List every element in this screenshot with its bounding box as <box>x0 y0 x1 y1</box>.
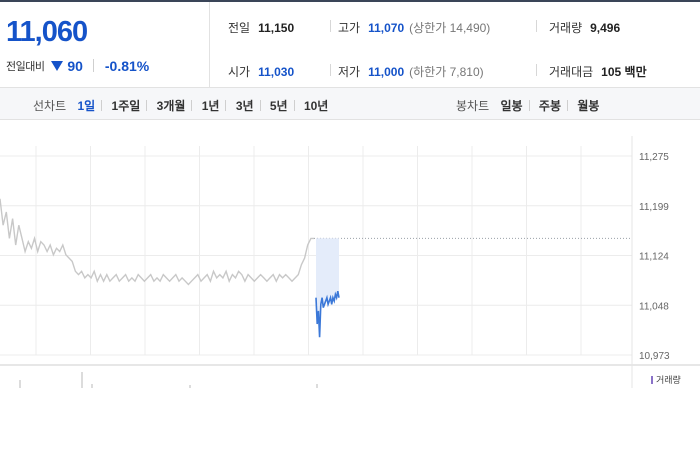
price-stats: 전일 11,150 고가 11,070 (상한가 14,490) 거래량 9,496 시… <box>211 2 700 88</box>
period-3m[interactable]: 3개월 <box>157 99 186 113</box>
period-bar: 선차트 1일 1주일 3개월 1년 3년 5년 10년 봉차트 일봉 주봉 월봉 <box>0 88 700 120</box>
period-divider <box>225 100 227 111</box>
candle-daily[interactable]: 일봉 <box>500 99 522 113</box>
period-divider <box>259 100 261 111</box>
y-tick-label: 11,124 <box>639 252 669 263</box>
stat-divider <box>330 20 331 32</box>
period-5y[interactable]: 5년 <box>270 99 288 113</box>
stat-low-value: 11,000 <box>368 65 405 79</box>
period-10y[interactable]: 10년 <box>304 99 328 113</box>
y-tick-label: 11,048 <box>639 301 669 312</box>
price-chart-svg: 11,275 11,199 11,124 11,048 10,973 <box>0 136 700 388</box>
period-divider <box>146 100 148 111</box>
stat-trade-value-value: 105 백만 <box>601 65 647 79</box>
change-rate: -0.81% <box>104 57 150 74</box>
stat-high-label: 고가 <box>338 21 361 35</box>
stat-low-label: 저가 <box>338 65 361 79</box>
period-divider <box>528 100 530 111</box>
y-tick-label: 11,275 <box>639 152 669 163</box>
change-row: 전일대비 90 -0.81% <box>6 57 150 74</box>
stat-divider <box>536 20 537 32</box>
stat-high: 고가 11,070 (상한가 14,490) <box>338 19 490 36</box>
period-1w[interactable]: 1주일 <box>112 99 141 113</box>
volume-swatch <box>651 376 653 384</box>
current-price-box: 11,060 전일대비 90 -0.81% <box>0 2 210 88</box>
line-chart-label: 선차트 <box>33 99 67 113</box>
stat-volume-value: 9,496 <box>590 21 621 35</box>
change-amount: 90 <box>67 57 83 74</box>
current-price: 11,060 <box>6 16 88 48</box>
candle-weekly[interactable]: 주봉 <box>539 99 561 113</box>
candle-chart-label: 봉차트 <box>456 99 490 113</box>
period-divider <box>567 100 568 111</box>
prev-day-line <box>0 198 314 286</box>
period-3y[interactable]: 3년 <box>236 99 254 113</box>
stat-volume: 거래량 9,496 <box>549 19 620 36</box>
stat-divider <box>536 64 537 76</box>
price-summary: 11,060 전일대비 90 -0.81% 전일 11,150 고가 11,070 (… <box>0 0 700 88</box>
stat-upper-limit: (상한가 14,490) <box>409 21 491 35</box>
volume-legend-label: 거래량 <box>656 375 681 385</box>
stat-lower-limit: (하한가 7,810) <box>409 65 484 79</box>
stat-divider <box>330 64 331 76</box>
price-chart[interactable]: 11,275 11,199 11,124 11,048 10,973 거래량 <box>0 120 700 390</box>
stat-high-value: 11,070 <box>368 21 405 35</box>
stat-low: 저가 11,000 (하한가 7,810) <box>338 63 484 80</box>
stat-volume-label: 거래량 <box>549 21 583 35</box>
period-1d[interactable]: 1일 <box>77 99 95 113</box>
stat-prev-close-label: 전일 <box>228 21 251 35</box>
line-chart-periods: 선차트 1일 1주일 3개월 1년 3년 5년 10년 <box>33 97 328 114</box>
period-divider <box>293 100 295 111</box>
stat-open: 시가 11,030 <box>228 63 294 80</box>
stat-prev-close-value: 11,150 <box>258 21 295 35</box>
period-divider <box>101 100 103 111</box>
stat-trade-value-label: 거래대금 <box>549 65 594 79</box>
change-divider <box>93 59 95 73</box>
candle-monthly[interactable]: 월봉 <box>577 99 599 113</box>
stat-prev-close: 전일 11,150 <box>228 19 294 36</box>
stat-open-label: 시가 <box>228 65 251 79</box>
stat-trade-value: 거래대금 105 백만 <box>549 63 647 80</box>
change-label: 전일대비 <box>6 60 45 73</box>
down-triangle-icon <box>50 60 63 71</box>
y-tick-label: 10,973 <box>639 351 670 362</box>
stock-chart-widget: 11,060 전일대비 90 -0.81% 전일 11,150 고가 11,070 (… <box>0 0 700 450</box>
period-1y[interactable]: 1년 <box>202 99 220 113</box>
y-tick-label: 11,199 <box>639 202 669 213</box>
stat-open-value: 11,030 <box>258 65 295 79</box>
period-divider <box>191 100 193 111</box>
candle-chart-periods: 봉차트 일봉 주봉 월봉 <box>456 97 599 114</box>
volume-legend: 거래량 <box>651 373 681 386</box>
